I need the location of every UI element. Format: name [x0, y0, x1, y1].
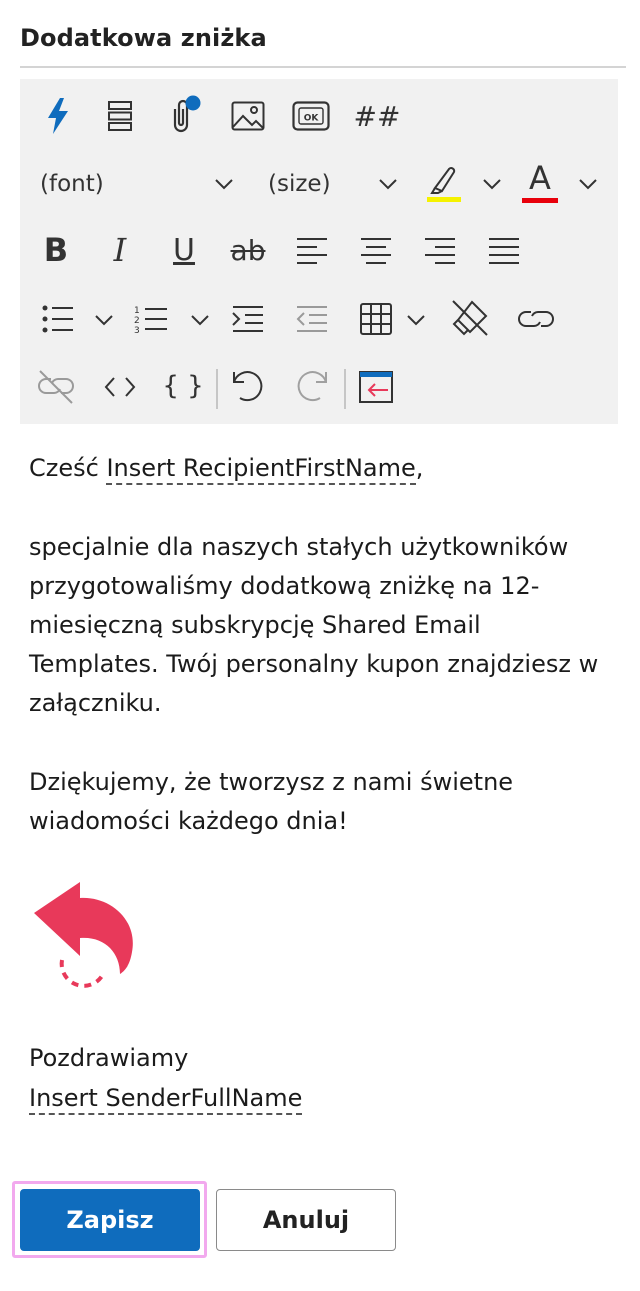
lightning-icon[interactable]	[38, 96, 78, 136]
sender-line: Insert SenderFullName	[29, 1079, 303, 1118]
redo-icon[interactable]	[292, 366, 332, 406]
svg-text:2: 2	[134, 316, 140, 326]
bold-icon[interactable]: B	[36, 228, 76, 272]
font-family-select[interactable]: (font)	[40, 171, 104, 197]
return-arrow-icon	[28, 880, 138, 990]
chevron-down-icon[interactable]	[574, 170, 602, 198]
font-color-icon[interactable]: A	[520, 160, 560, 204]
strikethrough-icon[interactable]: ab	[226, 228, 270, 272]
toolbar-separator	[216, 369, 218, 409]
svg-text:1: 1	[134, 306, 140, 316]
image-icon[interactable]	[228, 96, 268, 136]
attachment-icon[interactable]	[164, 94, 204, 136]
svg-text:3: 3	[134, 326, 140, 335]
toolbar-separator	[344, 369, 346, 409]
italic-icon[interactable]: I	[100, 228, 140, 272]
unlink-icon[interactable]	[34, 368, 78, 406]
link-icon[interactable]	[514, 300, 558, 338]
chevron-down-icon[interactable]	[478, 170, 506, 198]
font-size-select[interactable]: (size)	[268, 171, 331, 197]
table-icon[interactable]	[356, 298, 396, 340]
title-divider	[20, 66, 626, 68]
code-view-icon[interactable]	[100, 368, 140, 406]
numbered-list-icon[interactable]: 123	[130, 300, 172, 338]
increase-indent-icon[interactable]	[228, 300, 268, 338]
chevron-down-icon[interactable]	[186, 306, 214, 334]
save-button[interactable]: Zapisz	[20, 1189, 200, 1251]
hash-icon[interactable]: ##	[352, 96, 402, 136]
undo-icon[interactable]	[228, 366, 268, 406]
sender-full-name-placeholder[interactable]: Insert SenderFullName	[29, 1084, 303, 1115]
underline-icon[interactable]: U	[164, 228, 204, 272]
greeting-line: Cześć Insert RecipientFirstName,	[29, 449, 609, 488]
align-center-icon[interactable]	[356, 232, 396, 268]
signoff: Pozdrawiamy	[29, 1044, 189, 1072]
chevron-down-icon[interactable]	[374, 170, 402, 198]
greeting-prefix: Cześć	[29, 454, 107, 482]
chevron-down-icon[interactable]	[90, 306, 118, 334]
cancel-button[interactable]: Anuluj	[216, 1189, 396, 1251]
chevron-down-icon[interactable]	[210, 170, 238, 198]
recipient-first-name-placeholder[interactable]: Insert RecipientFirstName	[106, 454, 416, 485]
dialog-title: Dodatkowa zniżka	[20, 24, 267, 52]
justify-icon[interactable]	[484, 232, 524, 268]
font-color-swatch	[522, 198, 558, 203]
insert-template-icon[interactable]	[356, 366, 396, 408]
message-paragraph-1: specjalnie dla naszych stałych użytkowni…	[29, 533, 599, 717]
rows-icon[interactable]	[100, 96, 140, 136]
svg-text:OK: OK	[304, 114, 320, 124]
braces-icon[interactable]: { }	[160, 366, 206, 406]
bulleted-list-icon[interactable]	[38, 300, 78, 338]
highlight-icon[interactable]	[424, 162, 464, 204]
chevron-down-icon[interactable]	[402, 306, 430, 334]
align-right-icon[interactable]	[420, 232, 460, 268]
align-left-icon[interactable]	[292, 232, 332, 268]
greeting-suffix: ,	[415, 454, 424, 482]
message-paragraph-2: Dziękujemy, że tworzysz z nami świetne w…	[29, 768, 514, 835]
clear-formatting-icon[interactable]	[448, 296, 492, 340]
font-color-glyph: A	[529, 159, 551, 197]
decrease-indent-icon[interactable]	[292, 300, 332, 338]
ok-badge-icon[interactable]: OK	[290, 98, 332, 134]
